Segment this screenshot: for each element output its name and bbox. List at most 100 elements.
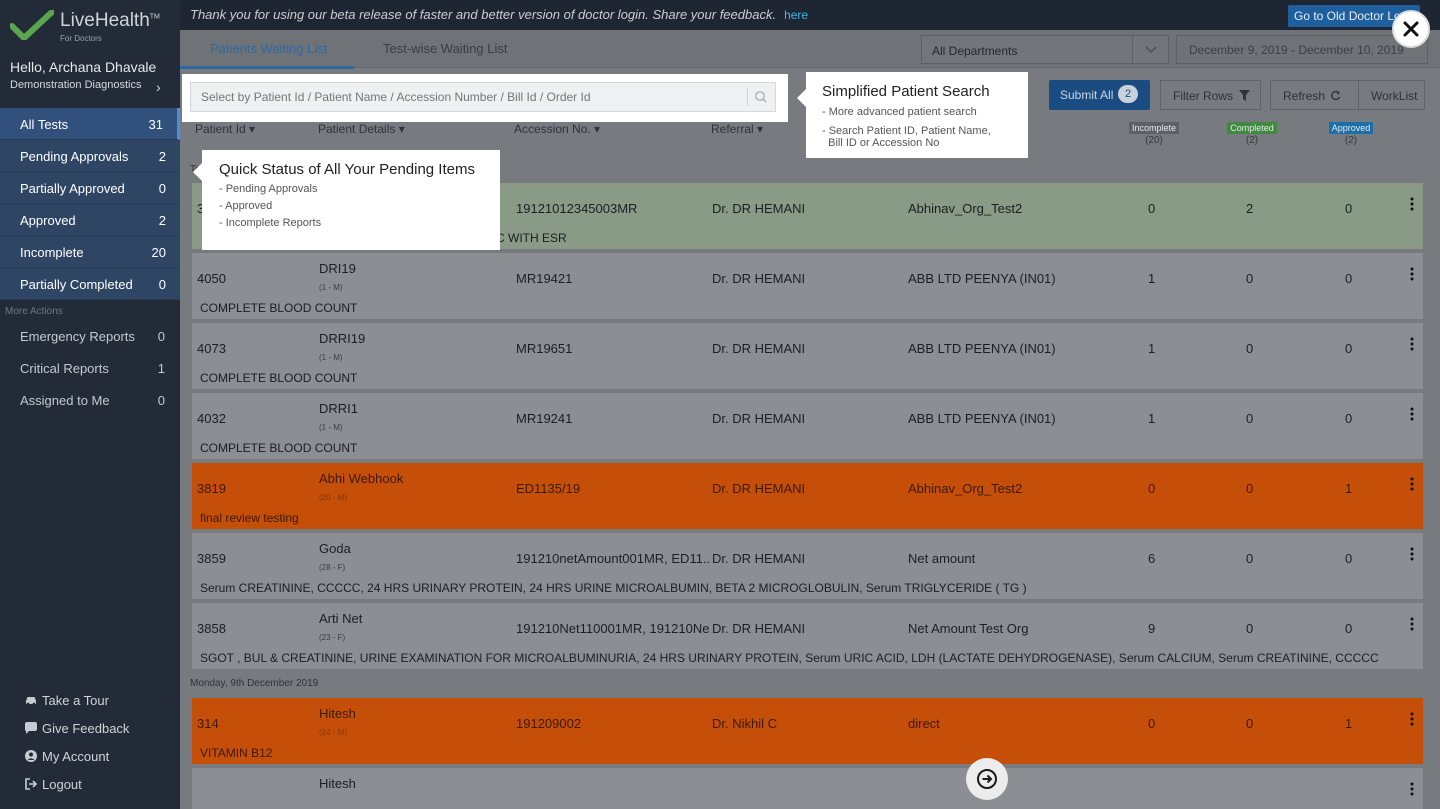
kebab-menu-icon[interactable] <box>1409 336 1415 352</box>
chevron-down-icon[interactable] <box>1132 36 1168 63</box>
table-row[interactable]: 3858 Arti Net (23 - F) 191210Net110001MR, 1… <box>192 603 1423 669</box>
take-a-tour-link[interactable]: Take a Tour <box>0 688 180 716</box>
kebab-menu-icon[interactable] <box>1409 546 1415 562</box>
incomplete-badge: Incomplete <box>1128 122 1180 134</box>
patient-name: DRRI1 <box>319 401 359 416</box>
table-row[interactable]: Hitesh <box>192 768 1423 809</box>
tab-test-wise-waiting-list[interactable]: Test-wise Waiting List <box>383 41 508 56</box>
refresh-button[interactable]: Refresh <box>1270 80 1359 110</box>
arrow-right-icon <box>977 769 997 789</box>
kebab-menu-icon[interactable] <box>1409 616 1415 632</box>
tour-next-button[interactable] <box>966 758 1008 800</box>
completed-count: 2 <box>1246 201 1254 216</box>
completed-count: 0 <box>1246 341 1254 356</box>
approved-status-header[interactable]: Approved (2) <box>1321 122 1381 146</box>
completed-count: 0 <box>1246 271 1254 286</box>
feedback-link[interactable]: here <box>784 8 808 22</box>
nav-item-all-tests[interactable]: All Tests 31 <box>0 108 180 140</box>
nav-item-critical-reports[interactable]: Critical Reports 1 <box>0 352 180 384</box>
patient-age-gender: (1 - M) <box>319 353 343 362</box>
test-names: Serum CREATININE, CCCCC, 24 HRS URINARY … <box>200 581 1027 595</box>
organization-name[interactable]: Demonstration Diagnostics <box>10 79 141 91</box>
more-actions-heading: More Actions <box>5 306 63 317</box>
table-row[interactable]: 3819 Abhi Webhook (20 - M) ED1135/19 Dr. DR … <box>192 463 1423 529</box>
approved-total: (2) <box>1344 135 1358 146</box>
patient-name: Arti Net <box>319 611 363 626</box>
kebab-menu-icon[interactable] <box>1409 196 1415 212</box>
organization: ABB LTD PEENYA (IN01) <box>908 271 1056 286</box>
patient-age-gender: (23 - F) <box>319 633 346 642</box>
button-label: Submit All <box>1060 88 1114 102</box>
livehealth-logo[interactable]: LiveHealthTM For Doctors <box>10 8 170 44</box>
kebab-menu-icon[interactable] <box>1409 406 1415 422</box>
patient-age-gender: (24 - M) <box>319 728 347 737</box>
close-tour-button[interactable] <box>1392 10 1430 48</box>
organization: Abhinav_Org_Test2 <box>908 481 1023 496</box>
column-header-patient-details[interactable]: Patient Details ▾ <box>318 122 405 136</box>
kebab-menu-icon[interactable] <box>1409 266 1415 282</box>
nav-item-partially-approved[interactable]: Partially Approved 0 <box>0 172 180 204</box>
patient-id: 314 <box>197 716 219 731</box>
approved-count: 0 <box>1345 341 1353 356</box>
incomplete-count: 1 <box>1148 271 1156 286</box>
nav-count: 31 <box>148 117 163 132</box>
table-row[interactable]: 314 Hitesh (24 - M) 191209002 Dr. Nikhil C di… <box>192 698 1423 764</box>
test-names: VITAMIN B12 <box>200 746 273 760</box>
table-row[interactable]: 3859 Goda (28 - F) 191210netAmount001MR, ED… <box>192 533 1423 599</box>
nav-label: All Tests <box>20 117 69 132</box>
nav-item-emergency-reports[interactable]: Emergency Reports 0 <box>0 320 180 352</box>
patient-id: 4050 <box>197 271 226 286</box>
kebab-menu-icon[interactable] <box>1409 476 1415 492</box>
approved-count: 0 <box>1345 271 1353 286</box>
kebab-menu-icon[interactable] <box>1409 781 1415 797</box>
worklist-button[interactable]: WorkList <box>1358 80 1425 110</box>
tooltip-line: - Search Patient ID, Patient Name, <box>822 125 991 137</box>
referral-doctor: Dr. DR HEMANI <box>712 341 806 356</box>
referral-doctor: Dr. Nikhil C <box>712 716 778 731</box>
accession-number: 19121012345003MR <box>516 201 638 216</box>
nav-item-partially-completed[interactable]: Partially Completed 0 <box>0 268 180 300</box>
give-feedback-link[interactable]: Give Feedback <box>0 716 180 744</box>
nav-label: Partially Completed <box>20 277 133 292</box>
column-header-accession[interactable]: Accession No. ▾ <box>514 122 600 136</box>
kebab-menu-icon[interactable] <box>1409 711 1415 727</box>
referral-doctor: Dr. DR HEMANI <box>712 411 806 426</box>
column-header-referral[interactable]: Referral ▾ <box>711 122 763 136</box>
nav-item-approved[interactable]: Approved 2 <box>0 204 180 236</box>
search-icon[interactable] <box>747 88 767 106</box>
patient-name: DRI19 <box>319 261 356 276</box>
filter-rows-button[interactable]: Filter Rows <box>1160 80 1261 110</box>
approved-count: 1 <box>1345 716 1353 731</box>
status-nav: All Tests 31 Pending Approvals 2 Partially… <box>0 108 180 300</box>
chevron-right-icon[interactable]: › <box>156 79 161 95</box>
incomplete-total: (20) <box>1145 135 1163 146</box>
submit-count-badge: 2 <box>1118 85 1138 103</box>
incomplete-status-header[interactable]: Incomplete (20) <box>1124 122 1184 146</box>
column-header-patient-id[interactable]: Patient Id ▾ <box>195 122 255 136</box>
my-account-link[interactable]: My Account <box>0 744 180 772</box>
nav-label: Incomplete <box>20 245 84 260</box>
table-row[interactable]: 4073 DRRI19 (1 - M) MR19651 Dr. DR HEMANI ABB… <box>192 323 1423 389</box>
logout-link[interactable]: Logout <box>0 772 180 800</box>
tab-patients-waiting-list[interactable]: Patients Waiting List <box>210 41 327 56</box>
nav-item-pending-approvals[interactable]: Pending Approvals 2 <box>0 140 180 172</box>
tooltip-title: Quick Status of All Your Pending Items <box>219 161 475 178</box>
referral-doctor: Dr. DR HEMANI <box>712 201 806 216</box>
nav-item-incomplete[interactable]: Incomplete 20 <box>0 236 180 268</box>
table-row[interactable]: 4050 DRI19 (1 - M) MR19421 Dr. DR HEMANI ABB … <box>192 253 1423 319</box>
nav-item-assigned-to-me[interactable]: Assigned to Me 0 <box>0 384 180 416</box>
sidebar: LiveHealthTM For Doctors Hello, Archana … <box>0 0 180 809</box>
department-select[interactable]: All Departments <box>921 35 1169 64</box>
date-group-label: Monday, 9th December 2019 <box>190 678 319 689</box>
organization: Abhinav_Org_Test2 <box>908 201 1023 216</box>
link-label: My Account <box>42 749 110 764</box>
referral-doctor: Dr. DR HEMANI <box>712 481 806 496</box>
brand-name: LiveHealthTM <box>60 10 160 31</box>
filter-icon <box>1239 90 1251 101</box>
date-range-picker[interactable]: December 9, 2019 - December 10, 2019 <box>1176 35 1428 64</box>
table-row[interactable]: 4032 DRRI1 (1 - M) MR19241 Dr. DR HEMANI ABB … <box>192 393 1423 459</box>
patient-search-input[interactable] <box>190 82 776 112</box>
submit-all-button[interactable]: Submit All 2 <box>1049 80 1150 110</box>
completed-status-header[interactable]: Completed (2) <box>1222 122 1282 146</box>
approved-badge: Approved <box>1328 122 1374 134</box>
